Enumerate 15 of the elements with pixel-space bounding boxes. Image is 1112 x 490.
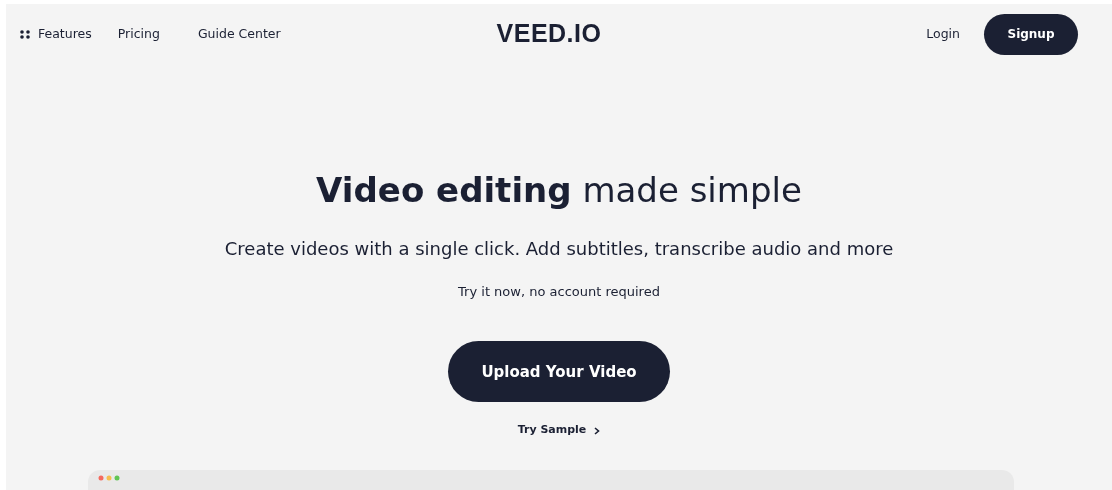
features-menu[interactable]: Features xyxy=(20,24,92,44)
features-label: Features xyxy=(38,24,92,43)
note-text: Try it now, no account required xyxy=(458,282,660,301)
signup-button[interactable]: Signup xyxy=(984,13,1078,55)
nav-link[interactable]: Guide Center xyxy=(197,24,281,44)
grid-dots-icon xyxy=(20,29,30,39)
window-controls-icon xyxy=(98,475,120,481)
upload-button[interactable]: Upload Your Video xyxy=(448,341,670,403)
logo[interactable]: VEED.IO xyxy=(496,15,602,53)
headline: Video editing made simple xyxy=(316,170,802,211)
subtitle: Create videos with a single click. Add subtitles, transcribe audio and more xyxy=(224,236,894,261)
try-sample-link[interactable]: Try Sample xyxy=(517,422,601,439)
chevron-right-icon xyxy=(594,426,601,435)
login-link[interactable]: Login xyxy=(926,24,960,44)
nav-link[interactable]: Pricing xyxy=(117,24,160,44)
